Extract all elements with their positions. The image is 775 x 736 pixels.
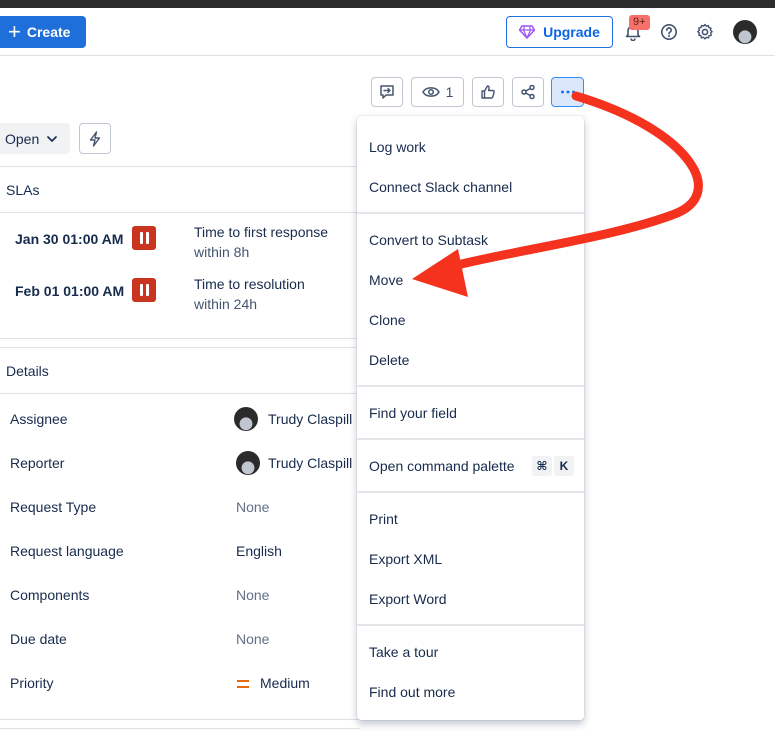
menu-item-move[interactable]: Move: [369, 272, 403, 288]
assignee-avatar: [234, 407, 258, 431]
details-section-title: Details: [6, 363, 49, 379]
share-button[interactable]: [512, 77, 544, 107]
divider: [0, 338, 360, 339]
more-icon: [560, 90, 575, 94]
menu-item-convert-subtask[interactable]: Convert to Subtask: [369, 232, 488, 248]
field-label-priority: Priority: [10, 675, 54, 691]
thumbs-up-icon: [481, 85, 495, 99]
upgrade-button-label: Upgrade: [543, 24, 600, 40]
divider: [0, 166, 360, 167]
shortcut-key-command: ⌘: [532, 456, 552, 476]
menu-separator: [357, 624, 584, 626]
priority-medium-icon: [237, 680, 249, 688]
components-value[interactable]: None: [236, 587, 269, 603]
chevron-down-icon: [47, 135, 58, 142]
sla-paused-icon: [132, 226, 156, 250]
field-label-request-type: Request Type: [10, 499, 97, 515]
shortcut-key-k: K: [554, 456, 574, 476]
help-button[interactable]: [657, 20, 681, 44]
menu-item-find-field[interactable]: Find your field: [369, 405, 457, 421]
sla-section-title: SLAs: [6, 182, 40, 198]
sla-breach-date: Jan 30 01:00 AM: [15, 231, 124, 247]
priority-value[interactable]: Medium: [260, 675, 310, 691]
assignee-value[interactable]: Trudy Claspill: [268, 411, 352, 427]
sla-goal-duration: within 8h: [194, 244, 250, 260]
menu-item-command-palette[interactable]: Open command palette: [369, 458, 515, 474]
share-icon: [521, 84, 535, 100]
menu-separator: [357, 385, 584, 387]
watch-button[interactable]: 1: [411, 77, 464, 107]
status-label: Open: [5, 130, 40, 147]
watch-count: 1: [445, 84, 454, 100]
request-language-value[interactable]: English: [236, 543, 282, 559]
create-button-label: Create: [26, 24, 71, 40]
user-avatar[interactable]: [733, 20, 757, 44]
more-actions-menu: Log work Connect Slack channel Convert t…: [357, 116, 584, 720]
divider: [0, 719, 360, 720]
field-label-reporter: Reporter: [10, 455, 65, 471]
top-navigation: + Create Upgrade 9+: [0, 8, 775, 56]
field-label-components: Components: [10, 587, 90, 603]
sla-goal-duration: within 24h: [194, 296, 258, 312]
window-top-strip: [0, 0, 775, 8]
menu-item-find-out-more[interactable]: Find out more: [369, 684, 455, 700]
menu-item-delete[interactable]: Delete: [369, 352, 409, 368]
sla-goal-name: Time to resolution: [194, 276, 305, 292]
menu-item-connect-slack[interactable]: Connect Slack channel: [369, 179, 512, 195]
create-button[interactable]: + Create: [0, 16, 86, 48]
field-label-request-language: Request language: [10, 543, 124, 559]
sla-breach-date: Feb 01 01:00 AM: [15, 283, 125, 299]
divider: [0, 393, 360, 394]
divider: [0, 347, 360, 348]
menu-separator: [357, 212, 584, 214]
notification-badge: 9+: [629, 15, 650, 30]
menu-item-log-work[interactable]: Log work: [369, 139, 426, 155]
field-label-assignee: Assignee: [10, 411, 68, 427]
reporter-value[interactable]: Trudy Claspill: [268, 455, 352, 471]
help-icon: [661, 24, 677, 40]
menu-item-export-xml[interactable]: Export XML: [369, 551, 442, 567]
feedback-icon: [380, 85, 394, 99]
menu-item-take-tour[interactable]: Take a tour: [369, 644, 438, 660]
automation-button[interactable]: [79, 123, 111, 154]
upgrade-button[interactable]: Upgrade: [506, 16, 613, 48]
vote-button[interactable]: [472, 77, 504, 107]
divider: [0, 728, 360, 729]
eye-icon: [421, 87, 440, 97]
more-actions-button[interactable]: [551, 77, 584, 107]
menu-separator: [357, 438, 584, 440]
due-date-value[interactable]: None: [236, 631, 269, 647]
reporter-avatar: [236, 451, 260, 475]
lightning-bolt-icon: [89, 130, 101, 147]
gear-icon: [697, 23, 713, 40]
request-type-value[interactable]: None: [236, 499, 269, 515]
sla-goal-name: Time to first response: [194, 224, 329, 240]
sla-paused-icon: [132, 278, 156, 302]
divider: [0, 212, 360, 213]
give-feedback-button[interactable]: [371, 77, 403, 107]
diamond-icon: [519, 25, 536, 39]
plus-icon: +: [8, 19, 21, 44]
menu-item-export-word[interactable]: Export Word: [369, 591, 447, 607]
status-dropdown[interactable]: Open: [0, 123, 70, 154]
menu-separator: [357, 491, 584, 493]
settings-button[interactable]: [693, 20, 717, 44]
menu-item-clone[interactable]: Clone: [369, 312, 406, 328]
field-label-due-date: Due date: [10, 631, 67, 647]
menu-item-print[interactable]: Print: [369, 511, 398, 527]
